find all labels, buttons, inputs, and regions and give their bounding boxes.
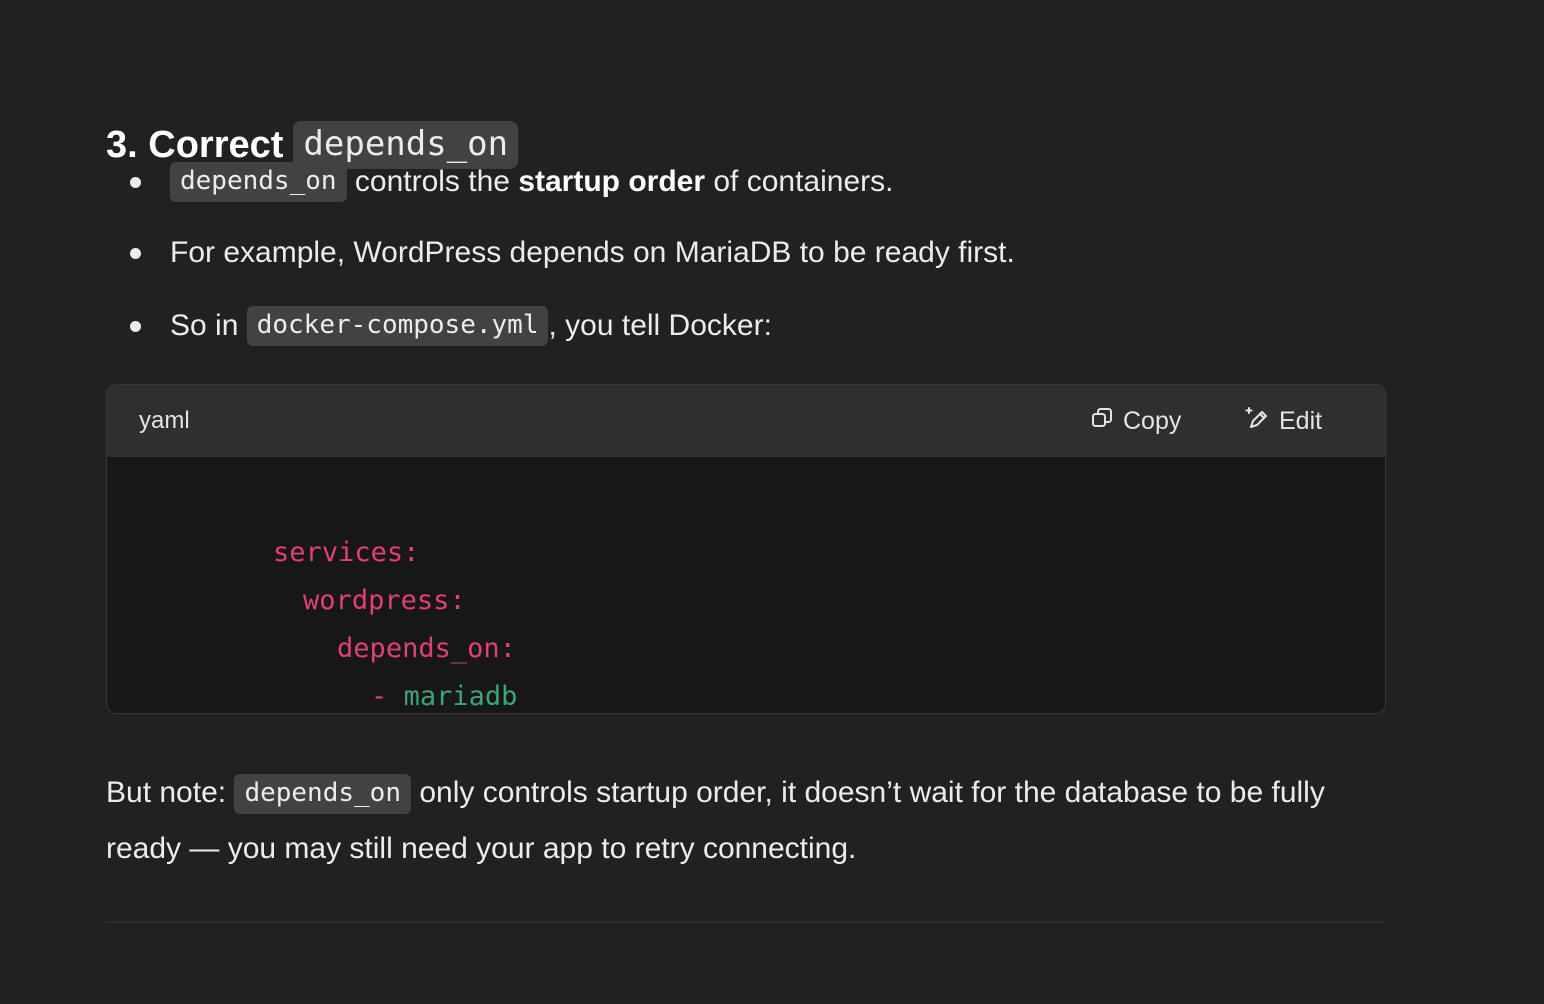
copy-button-label: Copy bbox=[1123, 406, 1182, 435]
edit-button[interactable]: Edit bbox=[1245, 406, 1322, 437]
inline-code: depends_on bbox=[170, 161, 347, 203]
bullet-dot bbox=[130, 320, 141, 332]
bullet-text: controls the bbox=[346, 165, 519, 198]
code-line: - mariadb bbox=[241, 637, 517, 712]
copy-button[interactable]: Copy bbox=[1091, 407, 1181, 436]
bullet-text: , you tell Docker: bbox=[548, 309, 772, 342]
bullet-text: of containers. bbox=[705, 165, 894, 198]
bullet-dot bbox=[130, 176, 141, 188]
note-paragraph: But note: depends_on only controls start… bbox=[106, 765, 1406, 877]
note-text: But note: bbox=[106, 776, 235, 809]
bullet-text: For example, WordPress depends on MariaD… bbox=[170, 236, 1015, 269]
bold-text: startup order bbox=[518, 165, 706, 198]
bullet-dot bbox=[130, 247, 141, 259]
bullet-text: So in bbox=[170, 309, 247, 342]
code-block-header: yaml Copy Edit bbox=[107, 385, 1385, 457]
code-line: services: bbox=[143, 493, 419, 568]
code-block: yaml Copy Edit services: wordpress: depe… bbox=[106, 384, 1386, 714]
yaml-dash: - bbox=[371, 681, 388, 712]
divider bbox=[106, 921, 1386, 923]
code-language-label: yaml bbox=[139, 407, 190, 434]
code-line: wordpress: bbox=[173, 541, 466, 616]
heading-text: 3. Correct bbox=[106, 123, 284, 166]
code-content: services: wordpress: depends_on: - maria… bbox=[107, 457, 1385, 713]
yaml-value: mariadb bbox=[403, 681, 518, 712]
edit-button-label: Edit bbox=[1279, 406, 1323, 435]
inline-code: depends_on bbox=[234, 774, 411, 815]
inline-code: docker-compose.yml bbox=[246, 305, 549, 347]
edit-pencil-icon bbox=[1245, 406, 1279, 437]
copy-icon bbox=[1091, 407, 1123, 436]
code-line: depends_on: bbox=[207, 589, 516, 664]
